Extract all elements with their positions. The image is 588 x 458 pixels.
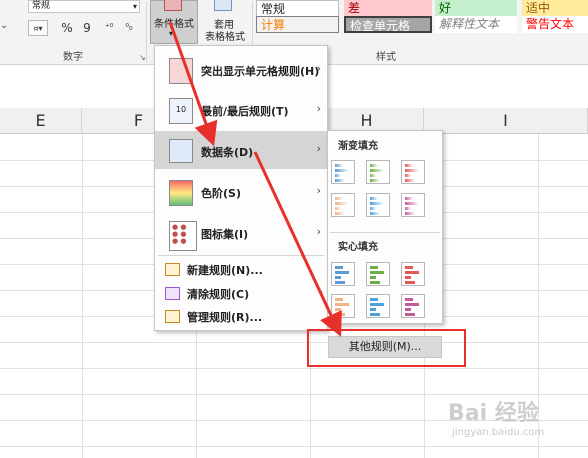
watermark-logo: Bai 经验 xyxy=(448,401,539,426)
arrow-to-conditional-format xyxy=(168,21,218,147)
arrow-to-more-rules xyxy=(253,151,342,337)
annotation-arrows xyxy=(168,21,342,337)
watermark-url: jingyan.baidu.com xyxy=(452,427,545,438)
